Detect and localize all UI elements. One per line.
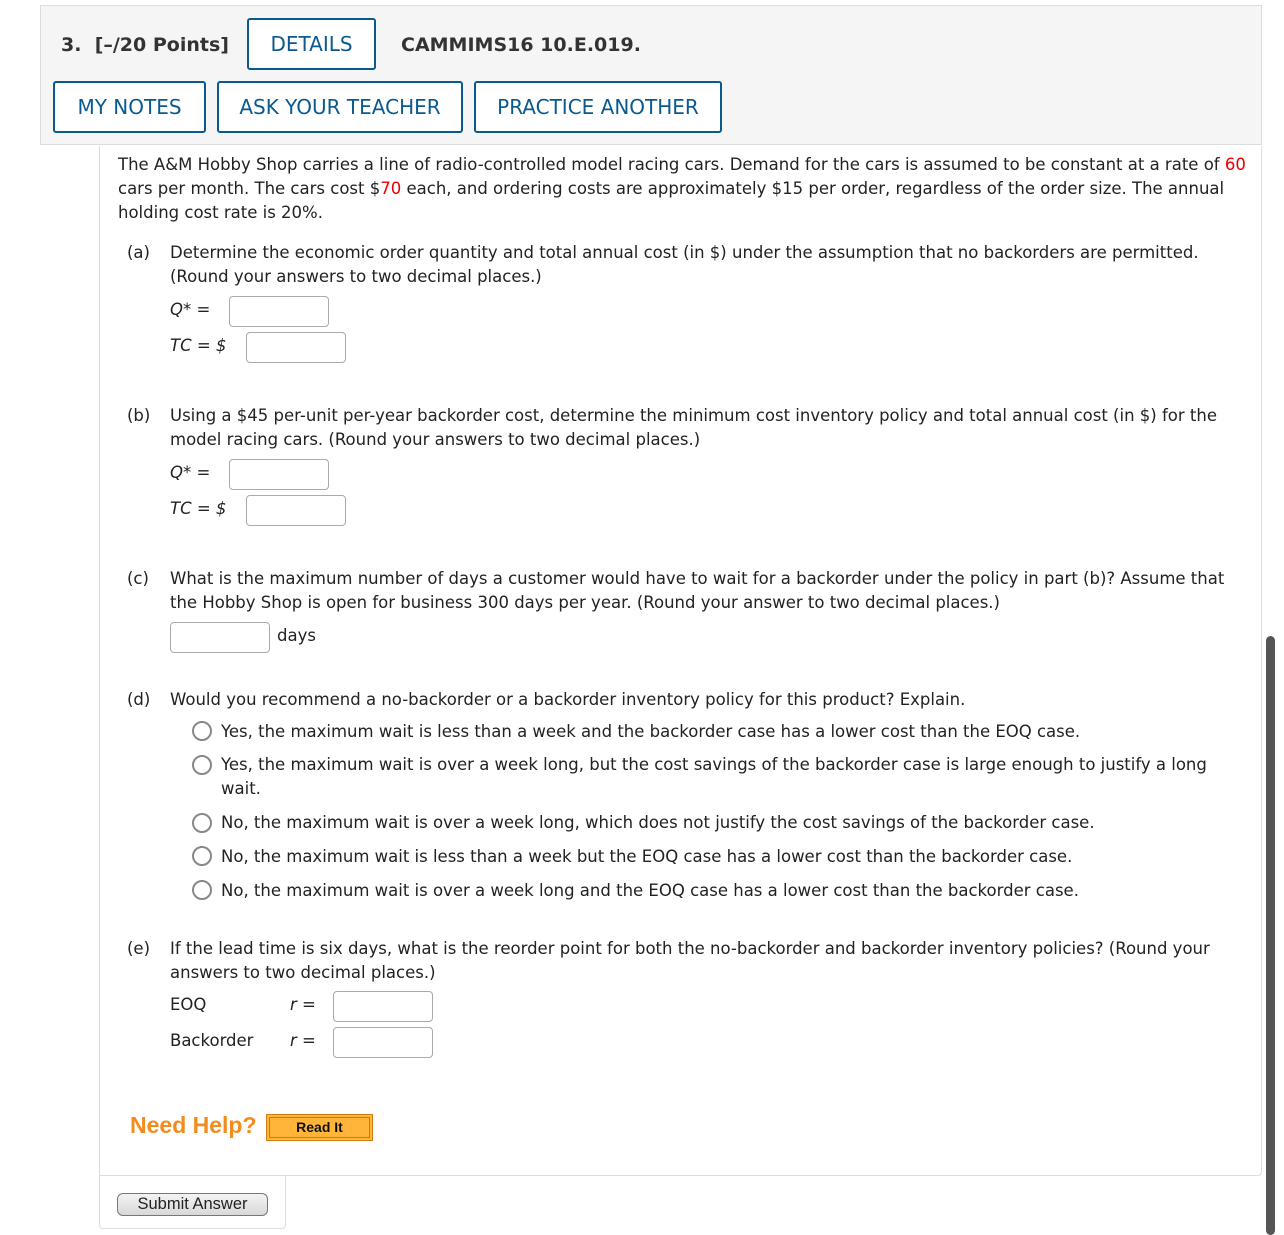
question-number: 3. [–/20 Points] bbox=[61, 34, 229, 56]
my-notes-button[interactable]: MY NOTES bbox=[53, 81, 206, 133]
part-e-eoq-r-label: r = bbox=[290, 995, 316, 1014]
part-a-q-label: Q* = bbox=[170, 300, 211, 319]
part-e-eoq-label: EOQ bbox=[170, 995, 207, 1014]
part-b-text: Using a $45 per-unit per-year backorder … bbox=[170, 406, 1217, 449]
option-1-radio[interactable] bbox=[192, 721, 212, 741]
scrollbar-thumb[interactable] bbox=[1266, 636, 1275, 1235]
read-it-label[interactable]: Read It bbox=[269, 1117, 370, 1138]
submit-area: Submit Answer bbox=[99, 1176, 286, 1229]
part-b-tc-input[interactable] bbox=[246, 495, 346, 526]
ask-your-teacher-button[interactable]: ASK YOUR TEACHER bbox=[217, 81, 463, 133]
option-2-radio[interactable] bbox=[192, 755, 212, 775]
part-e-backorder-input[interactable] bbox=[333, 1027, 433, 1058]
part-b-tc-label: TC = $ bbox=[170, 499, 227, 518]
part-a-tc-label: TC = $ bbox=[170, 336, 227, 355]
details-button[interactable]: DETAILS bbox=[247, 18, 376, 70]
part-b-letter: (b) bbox=[127, 406, 151, 425]
question-header: 3. [–/20 Points] DETAILS CAMMIMS16 10.E.… bbox=[40, 5, 1262, 145]
part-c-days-input[interactable] bbox=[170, 622, 270, 653]
part-c-text: What is the maximum number of days a cus… bbox=[170, 569, 1225, 612]
option-4-radio[interactable] bbox=[192, 846, 212, 866]
question-id: CAMMIMS16 10.E.019. bbox=[401, 34, 641, 56]
submit-answer-button[interactable]: Submit Answer bbox=[117, 1193, 268, 1216]
part-e-eoq-input[interactable] bbox=[333, 991, 433, 1022]
option-3-label[interactable]: No, the maximum wait is over a week long… bbox=[221, 811, 1221, 835]
part-c-letter: (c) bbox=[127, 569, 149, 588]
read-it-button[interactable]: Read It bbox=[266, 1114, 373, 1141]
part-a-letter: (a) bbox=[127, 243, 150, 262]
part-c-days-unit: days bbox=[277, 626, 316, 645]
part-b-q-input[interactable] bbox=[229, 459, 329, 490]
part-a-text: Determine the economic order quantity an… bbox=[170, 243, 1199, 286]
option-5-label[interactable]: No, the maximum wait is over a week long… bbox=[221, 879, 1221, 903]
part-b-q-label: Q* = bbox=[170, 463, 211, 482]
option-4-label[interactable]: No, the maximum wait is less than a week… bbox=[221, 845, 1221, 869]
problem-statement: The A&M Hobby Shop carries a line of rad… bbox=[118, 155, 1246, 222]
question-body: The A&M Hobby Shop carries a line of rad… bbox=[99, 146, 1262, 1176]
part-e-text: If the lead time is six days, what is th… bbox=[170, 939, 1210, 982]
part-e-backorder-label: Backorder bbox=[170, 1031, 254, 1050]
option-2-label[interactable]: Yes, the maximum wait is over a week lon… bbox=[221, 753, 1221, 801]
option-3-radio[interactable] bbox=[192, 813, 212, 833]
part-a-q-input[interactable] bbox=[229, 296, 329, 327]
part-e-backorder-r-label: r = bbox=[290, 1031, 316, 1050]
need-help-label: Need Help? bbox=[130, 1112, 257, 1138]
option-1-label[interactable]: Yes, the maximum wait is less than a wee… bbox=[221, 720, 1221, 744]
practice-another-button[interactable]: PRACTICE ANOTHER bbox=[474, 81, 722, 133]
option-5-radio[interactable] bbox=[192, 880, 212, 900]
part-d-letter: (d) bbox=[127, 690, 151, 709]
part-e-letter: (e) bbox=[127, 939, 151, 958]
part-d-text: Would you recommend a no-backorder or a … bbox=[170, 690, 966, 709]
part-a-tc-input[interactable] bbox=[246, 332, 346, 363]
